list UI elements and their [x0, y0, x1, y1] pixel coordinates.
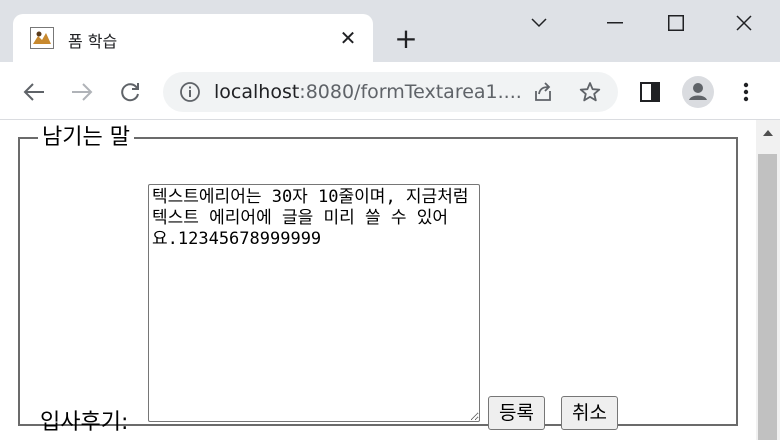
minimize-icon[interactable]: [584, 0, 646, 46]
submit-button[interactable]: 등록: [488, 396, 545, 430]
back-arrow-icon[interactable]: [18, 76, 50, 108]
tab-title: 폼 학습: [68, 32, 118, 51]
reload-icon[interactable]: [114, 76, 146, 108]
address-bar[interactable]: localhost:8080/formTextarea1....: [163, 72, 618, 112]
fieldset-legend: 남기는 말: [42, 125, 130, 150]
plus-icon[interactable]: +: [391, 24, 421, 54]
chevron-down-icon[interactable]: [508, 0, 570, 46]
share-icon[interactable]: [531, 80, 555, 104]
kebab-menu-icon[interactable]: [730, 76, 762, 108]
profile-icon[interactable]: [682, 76, 714, 108]
review-textarea[interactable]: [148, 184, 480, 422]
info-icon[interactable]: [178, 80, 202, 104]
url-host: localhost: [214, 81, 300, 103]
maximize-icon[interactable]: [645, 0, 707, 46]
scroll-up-arrow-icon[interactable]: [756, 120, 780, 146]
tab-favicon-icon: [30, 27, 54, 49]
star-icon[interactable]: [578, 80, 602, 104]
close-icon[interactable]: ✕: [335, 25, 361, 51]
review-fieldset: 남기는 말 입사후기: 등록 취소: [18, 125, 738, 435]
review-label: 입사후기:: [40, 410, 129, 435]
forward-arrow-icon[interactable]: [66, 76, 98, 108]
vertical-scrollbar[interactable]: [756, 120, 780, 440]
cancel-button[interactable]: 취소: [561, 396, 618, 430]
page-viewport: 남기는 말 입사후기: 등록 취소: [0, 120, 756, 440]
browser-tab[interactable]: 폼 학습 ✕: [13, 14, 373, 62]
tab-strip: 폼 학습 ✕ +: [0, 0, 780, 62]
window-close-icon[interactable]: [713, 0, 775, 46]
browser-toolbar: localhost:8080/formTextarea1....: [0, 62, 780, 120]
scrollbar-thumb[interactable]: [758, 154, 777, 440]
url-text[interactable]: localhost:8080/formTextarea1....: [214, 81, 522, 103]
url-path: :8080/formTextarea1....: [299, 81, 522, 103]
side-panel-icon[interactable]: [634, 76, 666, 108]
